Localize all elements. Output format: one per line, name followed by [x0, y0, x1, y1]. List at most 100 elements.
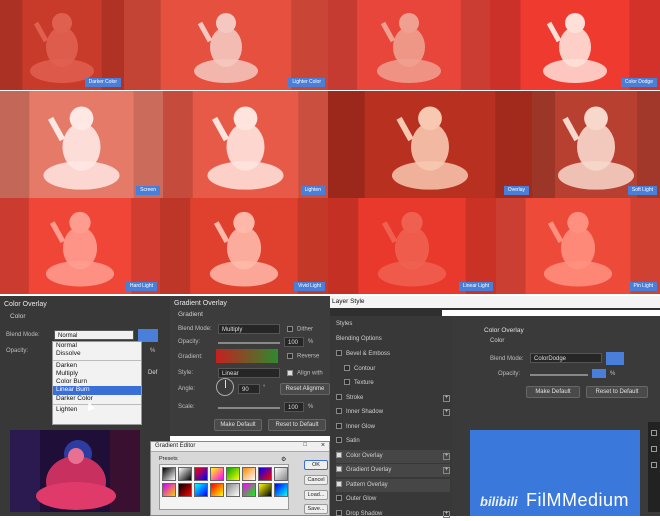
style-item[interactable]: Outer Glow — [336, 493, 450, 506]
style-item[interactable]: Contour — [344, 363, 458, 376]
checkbox-icon[interactable] — [336, 495, 342, 502]
blend-mode-tile: Lighter Color — [124, 0, 328, 90]
checkbox-icon[interactable] — [344, 379, 350, 386]
gradient-preset-swatch[interactable] — [258, 483, 272, 497]
load-button[interactable]: Load... — [304, 490, 328, 500]
scale-value[interactable]: 100 — [284, 402, 304, 412]
opacity-slider[interactable] — [530, 374, 588, 376]
scroll-handle[interactable] — [651, 430, 657, 436]
add-icon[interactable]: + — [443, 467, 450, 474]
add-icon[interactable]: + — [443, 409, 450, 416]
gradient-preset-swatch[interactable] — [162, 467, 176, 481]
style-item[interactable]: Satin — [336, 435, 450, 448]
blend-option[interactable]: Darker Color — [53, 395, 141, 403]
blend-option[interactable]: Darken — [53, 362, 141, 370]
scale-label: Scale: — [178, 404, 195, 410]
make-default-button[interactable]: Make Default — [526, 386, 580, 398]
opacity-value[interactable]: 100 — [284, 337, 304, 347]
style-item[interactable]: Gradient Overlay + — [336, 464, 450, 477]
blend-mode-label: Linear Light — [458, 282, 493, 291]
blend-option[interactable]: Normal — [53, 342, 141, 350]
add-icon[interactable]: + — [443, 510, 450, 518]
add-icon[interactable]: + — [443, 394, 450, 402]
save-button[interactable]: Save... — [304, 504, 328, 514]
style-item[interactable]: Stroke + — [336, 392, 450, 405]
scale-slider[interactable] — [218, 407, 280, 409]
ok-button[interactable]: OK — [304, 460, 328, 470]
angle-value[interactable]: 90 — [238, 384, 260, 394]
opacity-value[interactable] — [592, 369, 606, 378]
gradient-preset-swatch[interactable] — [210, 467, 224, 481]
opacity-slider[interactable] — [218, 342, 280, 344]
scroll-handle[interactable] — [651, 446, 657, 452]
style-item[interactable]: Color Overlay + — [336, 449, 450, 463]
align-checkbox[interactable]: Align with — [287, 370, 323, 377]
gradient-preset-swatch[interactable] — [258, 467, 272, 481]
checkbox-icon[interactable] — [336, 393, 342, 400]
blend-mode-select[interactable]: Multiply — [218, 324, 280, 334]
style-select[interactable]: Linear — [218, 368, 280, 378]
add-icon[interactable]: + — [443, 452, 450, 460]
style-item-label: Pattern Overlay — [346, 481, 388, 488]
scroll-handle[interactable] — [651, 462, 657, 468]
style-item[interactable]: Inner Shadow + — [336, 406, 450, 419]
checkbox-icon[interactable] — [336, 466, 342, 473]
blend-mode-select[interactable]: ColorDodge — [530, 353, 602, 363]
gradient-preset-swatch[interactable] — [210, 483, 224, 497]
gradient-preset-swatch[interactable] — [194, 483, 208, 497]
panel-title: Gradient Overlay — [174, 300, 227, 307]
style-item[interactable]: Inner Glow — [336, 421, 450, 434]
blend-mode-dropdown[interactable]: Normal Dissolve Darken Multiply Color Burn Li… — [52, 341, 142, 425]
style-item[interactable]: Texture — [344, 377, 458, 390]
blend-mode-label: Blend Mode: — [6, 332, 40, 338]
blend-mode-select[interactable]: Normal — [54, 330, 134, 340]
gradient-preset-swatch[interactable] — [242, 467, 256, 481]
gradient-preset-swatch[interactable] — [194, 467, 208, 481]
styles-header[interactable]: Styles — [336, 321, 352, 327]
gradient-preset-swatch[interactable] — [226, 483, 240, 497]
make-default-button[interactable]: Make Default — [214, 419, 262, 431]
cancel-button[interactable]: Cancel — [304, 475, 328, 485]
gradient-editor-dialog: Gradient Editor × □ Presets ⚙ OK Cancel … — [150, 441, 330, 516]
gear-icon[interactable]: ⚙ — [281, 456, 286, 463]
blending-options-item[interactable]: Blending Options — [336, 336, 382, 342]
angle-dial[interactable] — [216, 378, 234, 396]
checkbox-icon[interactable] — [336, 422, 342, 429]
checkbox-icon[interactable] — [336, 437, 342, 444]
reset-default-button[interactable]: Reset to Default — [268, 419, 326, 431]
blend-option[interactable]: Lighten — [53, 406, 141, 414]
gradient-preset-swatch[interactable] — [226, 467, 240, 481]
overlay-color-swatch[interactable] — [606, 352, 624, 365]
reverse-checkbox[interactable]: Reverse — [287, 353, 319, 360]
list-separator — [53, 404, 141, 406]
maximize-icon[interactable]: □ — [303, 442, 307, 448]
gradient-preset-swatch[interactable] — [162, 483, 176, 497]
blend-option[interactable]: Linear Burn — [53, 386, 141, 395]
checkbox-icon[interactable] — [336, 408, 342, 415]
gradient-preset-swatch[interactable] — [178, 483, 192, 497]
gradient-preview[interactable] — [216, 349, 278, 363]
blend-option[interactable]: Multiply — [53, 370, 141, 378]
checkbox-icon[interactable] — [344, 364, 350, 371]
dither-checkbox[interactable]: Dither — [287, 326, 313, 333]
gradient-preset-swatch[interactable] — [242, 483, 256, 497]
blend-mode-tile: Darker Color — [0, 0, 124, 90]
blend-option[interactable]: Color Burn — [53, 378, 141, 386]
style-item[interactable]: Bevel & Emboss — [336, 348, 450, 361]
dialog-titlebar — [330, 296, 660, 308]
checkbox-icon[interactable] — [336, 480, 342, 487]
checkbox-icon[interactable] — [336, 451, 342, 458]
style-item[interactable]: Pattern Overlay — [336, 478, 450, 492]
reset-default-button[interactable]: Reset to Default — [586, 386, 648, 398]
make-default-fragment[interactable]: Def — [148, 370, 157, 376]
gradient-preset-swatch[interactable] — [274, 483, 288, 497]
gradient-preset-swatch[interactable] — [178, 467, 192, 481]
close-icon[interactable]: × — [321, 442, 325, 449]
blend-option[interactable]: Dissolve — [53, 350, 141, 358]
gradient-preset-swatch[interactable] — [274, 467, 288, 481]
reset-alignment-button[interactable]: Reset Alignme — [280, 383, 330, 395]
checkbox-icon[interactable] — [336, 509, 342, 516]
checkbox-icon[interactable] — [336, 350, 342, 357]
style-item[interactable]: Drop Shadow + — [336, 508, 450, 521]
style-item-label: Inner Shadow — [346, 409, 384, 415]
